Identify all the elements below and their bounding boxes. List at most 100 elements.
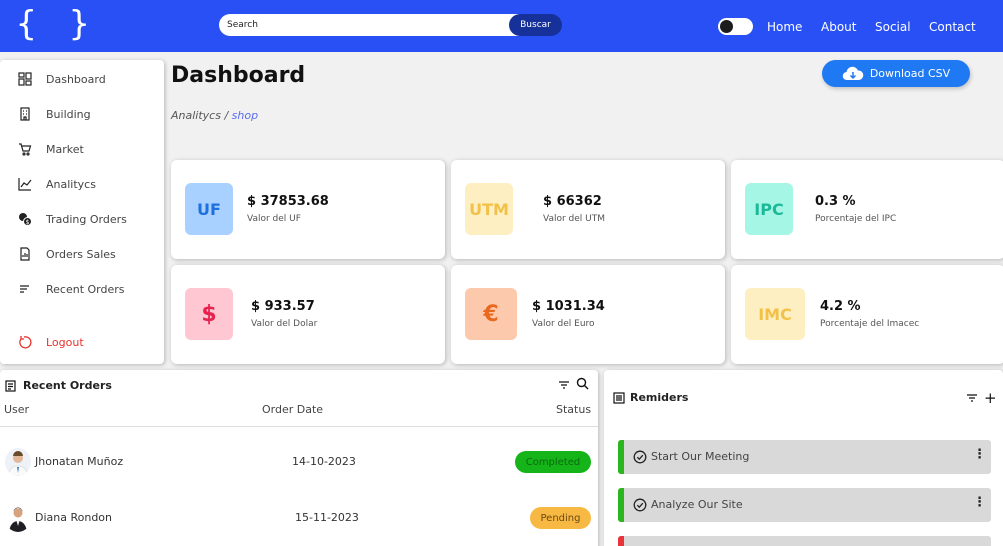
reminder-accent-bar <box>618 440 624 474</box>
breadcrumb-separator: / <box>220 109 232 122</box>
card-badge: UTM <box>465 183 513 235</box>
card-label: Porcentaje del IPC <box>815 214 897 224</box>
column-header-user: User <box>4 403 30 416</box>
nav-social-link[interactable]: Social <box>875 20 911 34</box>
breadcrumb-current[interactable]: shop <box>232 109 258 122</box>
download-csv-label: Download CSV <box>869 67 951 80</box>
list-icon <box>20 285 29 293</box>
page-title: Dashboard <box>171 63 306 88</box>
sidebar-item-label: Orders Sales <box>46 247 116 261</box>
more-vertical-icon[interactable]: ⋮ <box>973 495 986 510</box>
avatar <box>5 504 31 532</box>
sidebar-item-orders-sales[interactable]: Orders Sales <box>0 243 164 265</box>
card-badge: $ <box>185 288 233 340</box>
plus-icon[interactable]: + <box>984 389 997 407</box>
logo[interactable]: { } <box>16 4 95 44</box>
card-badge: IPC <box>745 183 793 235</box>
recent-orders-panel: Recent Orders User Order Date Status Jho… <box>0 370 598 546</box>
logout-label: Logout <box>46 335 84 349</box>
reminders-title: Remiders <box>630 391 689 404</box>
sidebar-item-analitycs[interactable]: Analitycs <box>0 173 164 195</box>
user-name: Diana Rondon <box>35 511 113 524</box>
building-icon <box>20 107 30 121</box>
svg-text:$: $ <box>26 219 30 226</box>
stat-card-dolar: $ $ 933.57 Valor del Dolar <box>171 265 445 364</box>
status-badge: Completed <box>515 451 591 473</box>
sidebar-item-market[interactable]: Market <box>0 138 164 160</box>
avatar <box>5 448 31 476</box>
sidebar-item-label: Recent Orders <box>46 282 125 296</box>
card-value: $ 37853.68 <box>247 194 329 209</box>
check-circle-icon[interactable] <box>633 450 647 464</box>
stat-card-uf: UF $ 37853.68 Valor del UF <box>171 160 445 259</box>
card-value: 0.3 % <box>815 194 856 209</box>
sidebar-item-label: Analitycs <box>46 177 96 191</box>
sidebar-item-dashboard[interactable]: Dashboard <box>0 68 164 90</box>
stat-card-imc: IMC 4.2 % Porcentaje del Imacec <box>731 265 1003 364</box>
reminder-item[interactable]: Analyze Our Site ⋮ <box>618 488 991 522</box>
card-value: $ 1031.34 <box>532 299 605 314</box>
receipt-icon <box>20 247 30 261</box>
filter-icon[interactable] <box>966 392 978 404</box>
dashboard-icon <box>18 72 32 86</box>
table-divider <box>0 426 598 427</box>
sidebar-item-label: Trading Orders <box>46 212 127 226</box>
nav-contact-link[interactable]: Contact <box>929 20 976 34</box>
top-navbar: { } Buscar Home About Social Contact <box>0 0 1003 52</box>
sidebar-item-label: Dashboard <box>46 72 106 86</box>
sidebar-item-logout[interactable]: Logout <box>0 331 164 353</box>
order-date: 15-11-2023 <box>295 511 359 524</box>
sidebar: Dashboard Building Market Analitycs $ Tr… <box>0 60 164 364</box>
receipt-icon <box>5 380 16 392</box>
filter-icon[interactable] <box>558 379 570 391</box>
search-icon[interactable] <box>576 377 589 390</box>
sidebar-item-label: Market <box>46 142 84 156</box>
reminder-accent-bar <box>618 488 624 522</box>
stat-card-utm: UTM $ 66362 Valor del UTM <box>451 160 725 259</box>
card-label: Valor del Dolar <box>251 319 318 329</box>
coins-icon: $ <box>19 213 32 226</box>
breadcrumb-root[interactable]: Analitycs <box>171 109 221 122</box>
more-vertical-icon[interactable]: ⋮ <box>973 447 986 462</box>
card-badge: IMC <box>745 288 805 340</box>
card-label: Valor del Euro <box>532 319 595 329</box>
cart-icon <box>19 143 32 156</box>
search-button[interactable]: Buscar <box>509 14 562 36</box>
theme-toggle[interactable] <box>718 18 753 35</box>
reminder-text: Analyze Our Site <box>651 498 743 511</box>
list-box-icon <box>613 392 625 404</box>
card-value: $ 933.57 <box>251 299 315 314</box>
table-row[interactable]: Diana Rondon 15-11-2023 Pending <box>0 501 598 535</box>
card-value: 4.2 % <box>820 299 861 314</box>
cloud-download-icon <box>842 66 864 80</box>
card-label: Valor del UF <box>247 214 301 224</box>
nav-home-link[interactable]: Home <box>767 20 802 34</box>
sidebar-item-building[interactable]: Building <box>0 103 164 125</box>
status-badge: Pending <box>530 507 591 529</box>
reminder-item[interactable] <box>618 536 991 546</box>
card-label: Valor del UTM <box>543 214 606 224</box>
card-badge: € <box>465 288 517 340</box>
card-label: Porcentaje del Imacec <box>820 319 920 329</box>
nav-about-link[interactable]: About <box>821 20 856 34</box>
stat-card-euro: € $ 1031.34 Valor del Euro <box>451 265 725 364</box>
sidebar-item-trading-orders[interactable]: $ Trading Orders <box>0 208 164 230</box>
table-row[interactable]: Jhonatan Muñoz 14-10-2023 Completed <box>0 445 598 479</box>
column-header-order-date: Order Date <box>262 403 324 416</box>
download-csv-button[interactable]: Download CSV <box>822 60 970 87</box>
chart-line-icon <box>18 178 32 191</box>
card-value: $ 66362 <box>543 194 602 209</box>
sidebar-item-recent-orders[interactable]: Recent Orders <box>0 278 164 300</box>
order-date: 14-10-2023 <box>292 455 356 468</box>
reminder-item[interactable]: Start Our Meeting ⋮ <box>618 440 991 474</box>
breadcrumb: Analitycs / shop <box>171 109 258 122</box>
search-input[interactable] <box>219 14 519 36</box>
logout-icon <box>19 336 32 349</box>
column-header-status: Status <box>556 403 592 416</box>
check-circle-icon[interactable] <box>633 498 647 512</box>
reminder-text: Start Our Meeting <box>651 450 750 463</box>
reminder-accent-bar <box>618 536 624 546</box>
reminders-panel: Remiders + Start Our Meeting ⋮ Analyze O… <box>604 370 1003 546</box>
user-name: Jhonatan Muñoz <box>35 455 124 468</box>
search-form: Buscar <box>219 14 562 36</box>
